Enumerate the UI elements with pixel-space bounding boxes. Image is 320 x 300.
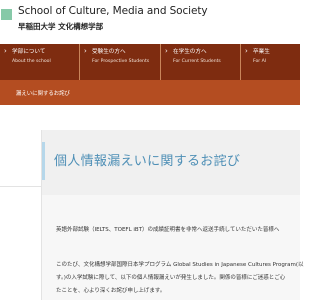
nav-item-label: 学部について: [12, 49, 46, 55]
site-title[interactable]: School of Culture, Media and Society: [18, 5, 208, 17]
chevron-right-icon: ›: [245, 47, 248, 55]
article-paragraph: たことを、心より深くお詫び申し上げます。: [56, 288, 166, 294]
nav-item-label: 在学生の方へ: [173, 49, 207, 55]
site-header: School of Culture, Media and Society 早稲田…: [0, 0, 300, 44]
page-title-card: 個人情報漏えいに関するお詫び: [42, 130, 300, 195]
nav-item-prospective[interactable]: › 受験生の方へ For Prospective Students: [79, 44, 160, 80]
breadcrumb: 漏えいに関するお詫び: [0, 80, 300, 105]
nav-item-label: 卒業生: [253, 49, 270, 55]
site-subtitle[interactable]: 早稲田大学 文化構想学部: [18, 21, 103, 32]
article-paragraph: す。)の入学試験に際して、以下の個人情報漏えいが発生しました。関係の皆様にご迷惑…: [56, 275, 286, 281]
article-paragraph: 英語外部試験（IELTS、TOEFL iBT）の成績証明書を非常へ返送手続してい…: [56, 227, 280, 233]
page-title: 個人情報漏えいに関するお詫び: [54, 154, 241, 169]
nav-item-sublabel: About the school: [12, 59, 51, 64]
side-column: [0, 130, 42, 300]
breadcrumb-current: 漏えいに関するお詫び: [16, 91, 70, 97]
article-paragraph: このたび、文化構想学部国際日本学プログラム Global Studies in …: [56, 262, 304, 268]
divider: [0, 186, 41, 187]
nav-item-label: 受験生の方へ: [92, 49, 126, 55]
chevron-right-icon: ›: [84, 47, 87, 55]
main-nav: › 学部について About the school › 受験生の方へ For P…: [0, 44, 300, 80]
title-accent-bar: [42, 142, 45, 180]
chevron-right-icon: ›: [165, 47, 168, 55]
nav-item-sublabel: For Al: [253, 59, 267, 64]
nav-item-alumni[interactable]: › 卒業生 For Al: [240, 44, 300, 80]
nav-item-current[interactable]: › 在学生の方へ For Current Students: [160, 44, 240, 80]
nav-item-sublabel: For Current Students: [173, 59, 221, 64]
chevron-right-icon: ›: [4, 47, 7, 55]
nav-item-sublabel: For Prospective Students: [92, 59, 150, 64]
spacer: [0, 105, 300, 130]
nav-item-about[interactable]: › 学部について About the school: [0, 44, 79, 80]
logo-icon[interactable]: [1, 9, 12, 20]
